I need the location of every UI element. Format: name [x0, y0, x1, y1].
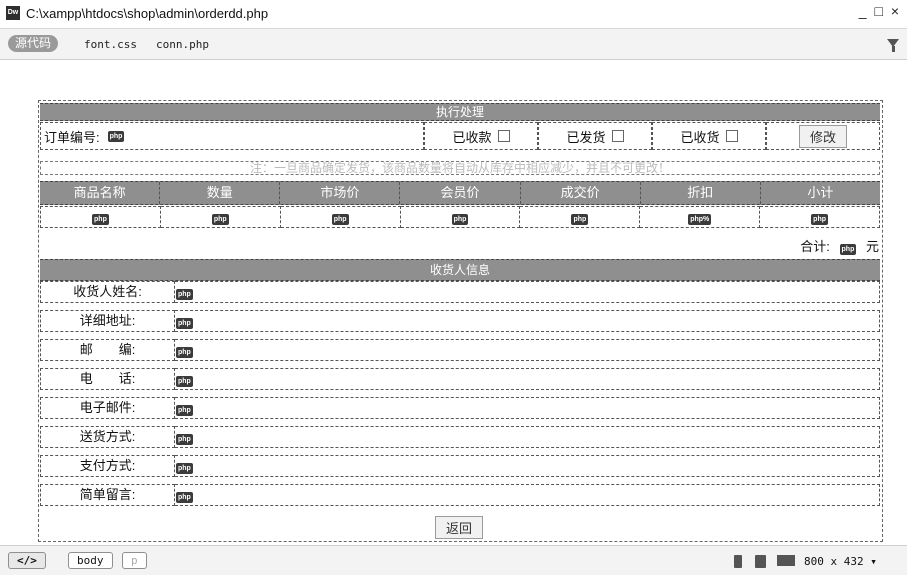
order-no-label: 订单编号: [44, 129, 100, 145]
field-label: 电 话: [40, 368, 175, 390]
field-value: php [175, 484, 880, 506]
field-label: 送货方式: [40, 426, 175, 448]
cell-market-price: php [280, 206, 401, 228]
product-table-header: 商品名称 数量 市场价 会员价 成交价 折扣 小计 [40, 181, 880, 205]
modify-cell: 修改 [766, 122, 880, 150]
col-discount: 折扣 [641, 182, 761, 204]
field-value: php [175, 455, 880, 477]
col-market-price: 市场价 [280, 182, 401, 204]
field-value: php [175, 310, 880, 332]
body-tag-selector[interactable]: body [68, 552, 113, 569]
order-no-row: 订单编号: php 已收款 已发货 已收货 修改 [40, 122, 880, 150]
recipient-row-message: 简单留言: php [40, 484, 880, 506]
p-tag-selector[interactable]: p [122, 552, 147, 569]
order-no-cell: 订单编号: php [40, 122, 424, 150]
field-value: php [175, 281, 880, 303]
col-subtotal: 小计 [807, 185, 834, 200]
recipient-row-email: 电子邮件: php [40, 397, 880, 419]
received-label: 已收货 [680, 129, 720, 145]
received-cell: 已收货 [652, 122, 766, 150]
status-bar: </> body p 800 x 432 ▾ [0, 545, 907, 575]
recipient-row-shipping: 送货方式: php [40, 426, 880, 448]
code-tag-selector[interactable]: </> [8, 552, 46, 569]
field-value: php [175, 397, 880, 419]
notice-text: 注：一旦商品确定发货，该商品数量将自动从库存中相应减少，并且不可更改！ [40, 161, 880, 175]
cell-deal-price: php [520, 206, 641, 228]
field-value: php [175, 368, 880, 390]
field-label: 邮 编: [40, 339, 175, 361]
cell-subtotal: php [760, 206, 881, 228]
col-product-name: 商品名称 [40, 182, 161, 204]
shipped-checkbox[interactable] [611, 130, 624, 142]
field-value: php [175, 426, 880, 448]
field-label: 电子邮件: [40, 397, 175, 419]
table-row: php php php php php php% php [40, 206, 881, 228]
cell-product-name: php [40, 206, 161, 228]
related-file-font-css[interactable]: font.css [84, 38, 137, 51]
received-checkbox[interactable] [725, 130, 738, 142]
field-label: 支付方式: [40, 455, 175, 477]
field-value: php [175, 339, 880, 361]
mobile-size-icon[interactable] [734, 555, 742, 568]
cell-member-price: php [400, 206, 521, 228]
dreamweaver-logo-icon: Dw [6, 6, 20, 20]
window-controls[interactable]: _ □ × [859, 3, 901, 19]
filter-icon[interactable] [887, 39, 899, 52]
order-total: 合计: php 元 [800, 236, 879, 255]
recipient-row-phone: 电 话: php [40, 368, 880, 390]
paid-checkbox[interactable] [497, 130, 510, 142]
col-quantity: 数量 [160, 182, 281, 204]
tablet-size-icon[interactable] [755, 555, 766, 568]
window-size-dropdown[interactable]: 800 x 432 ▾ [804, 555, 877, 568]
related-file-conn-php[interactable]: conn.php [156, 38, 209, 51]
col-deal-price: 成交价 [521, 182, 641, 204]
field-label: 详细地址: [40, 310, 175, 332]
php-icon: php [107, 130, 125, 142]
col-member-price: 会员价 [400, 182, 521, 204]
recipient-row-payment: 支付方式: php [40, 455, 880, 477]
back-button[interactable]: 返回 [435, 516, 484, 539]
paid-label: 已收款 [452, 129, 492, 145]
cell-quantity: php [160, 206, 281, 228]
window-title: C:\xampp\htdocs\shop\admin\orderdd.php [26, 6, 269, 21]
recipient-row-name: 收货人姓名: php [40, 281, 880, 303]
back-button-wrap: 返回 [435, 516, 484, 539]
shipped-cell: 已发货 [538, 122, 652, 150]
recipient-header: 收货人信息 [40, 259, 880, 281]
recipient-row-zip: 邮 编: php [40, 339, 880, 361]
total-unit: 元 [865, 239, 879, 254]
modify-button[interactable]: 修改 [798, 124, 847, 148]
title-bar: Dw C:\xampp\htdocs\shop\admin\orderdd.ph… [0, 0, 907, 29]
total-label: 合计: [800, 239, 830, 254]
design-canvas: 执行处理 订单编号: php 已收款 已发货 已收货 修改 注：一旦商品确定发货… [0, 60, 907, 544]
recipient-row-address: 详细地址: php [40, 310, 880, 332]
exec-header: 执行处理 [40, 103, 880, 121]
document-toolbar: 源代码 font.css conn.php [0, 29, 907, 60]
cell-discount: php% [640, 206, 761, 228]
field-label: 简单留言: [40, 484, 175, 506]
shipped-label: 已发货 [566, 129, 606, 145]
field-label: 收货人姓名: [40, 281, 175, 303]
php-icon: php [839, 244, 857, 255]
desktop-size-icon[interactable] [777, 555, 795, 566]
source-code-button[interactable]: 源代码 [8, 35, 59, 52]
paid-cell: 已收款 [424, 122, 538, 150]
